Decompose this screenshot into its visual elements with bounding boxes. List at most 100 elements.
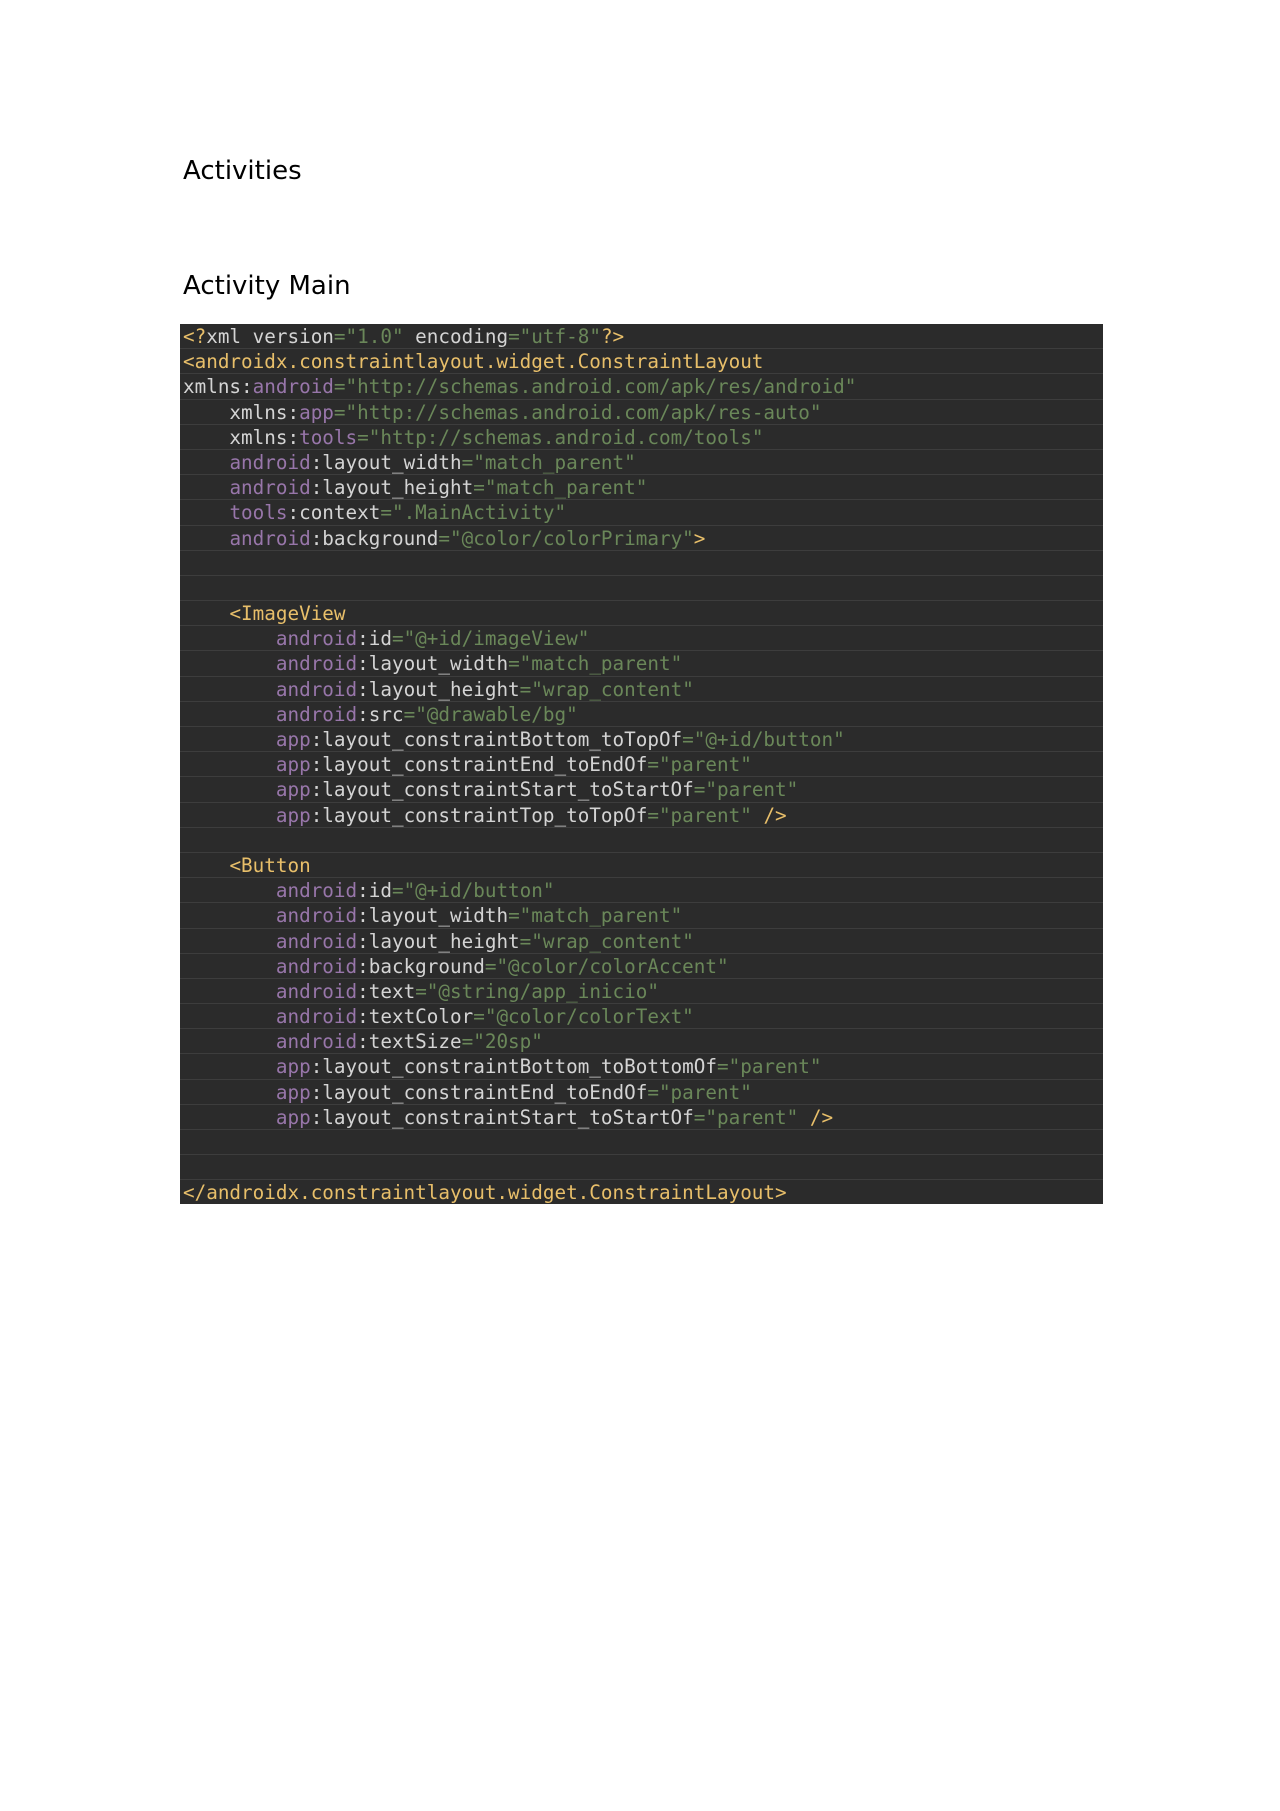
code-token-text: :layout_constraintBottom_toBottomOf [310,1055,717,1079]
code-line: app:layout_constraintEnd_toEndOf="parent… [180,752,1103,778]
code-token-ns: android [275,929,358,953]
code-token-text: :context [287,501,381,525]
code-token-ns: android [229,450,311,474]
code-line: android:layout_width="match_parent" [180,450,1103,476]
code-token-ns: app [275,1105,311,1129]
code-line: xmlns:app="http://schemas.android.com/ap… [180,400,1103,425]
code-line: android:background="@color/colorPrimary"… [180,526,1103,551]
code-token-eq: = [391,627,404,651]
code-block: <?xml version="1.0" encoding="utf-8"?> <a… [180,324,1103,1204]
code-token-tag: </androidx.constraintlayout.widget.Const… [183,1181,787,1204]
code-token-tag: ?> [600,325,625,348]
code-token-str: "@+id/button" [693,728,845,751]
section-heading: Activity Main [183,271,351,301]
code-token-eq: = [391,879,404,903]
code-token-eq: = [693,778,706,802]
code-token-text: :text [357,979,416,1003]
code-line: xmlns:tools="http://schemas.android.com/… [180,425,1103,450]
code-token-str: "parent" [705,778,799,802]
code-line: android:textColor="@color/colorText" [180,1004,1103,1030]
code-token-text: :background [357,954,485,978]
code-line [180,1130,1103,1156]
code-token-eq: = [519,929,532,953]
code-token-ns: android [275,652,358,676]
code-token-str: "parent" [658,1080,752,1104]
code-line: android:src="@drawable/bg" [180,702,1103,727]
code-line [180,576,1103,602]
code-token-eq: = [508,325,520,348]
code-token-str: "wrap_content" [531,929,694,953]
code-token-str: "1.0" [345,325,404,348]
code-line: app:layout_constraintStart_toStartOf="pa… [180,777,1103,803]
code-line: <ImageView [180,601,1103,627]
code-token-ns: app [299,400,334,424]
code-token-text: :textSize [357,1030,462,1054]
code-token-str: "match_parent" [519,652,683,676]
code-token-eq: = [403,702,416,726]
code-line: app:layout_constraintEnd_toEndOf="parent… [180,1080,1103,1105]
code-line: app:layout_constraintStart_toStartOf="pa… [180,1105,1103,1130]
code-line: app:layout_constraintBottom_toTopOf="@+i… [180,727,1103,753]
code-token-eq: = [647,803,659,827]
code-token-text: :layout_constraintEnd_toEndOf [310,1080,648,1104]
code-line [180,1155,1103,1181]
code-token-eq: = [473,476,485,500]
code-token-str: "@+id/button" [403,879,555,903]
code-token-str: "@+id/imageView" [403,627,590,651]
code-token-tag: > [693,526,706,550]
code-token-tag: <ImageView [229,602,346,626]
code-token-text: :layout_width [357,652,509,676]
code-token-ns: android [275,954,358,978]
code-token-eq: = [333,375,346,399]
code-line: app:layout_constraintTop_toTopOf="parent… [180,803,1103,828]
code-line: tools:context=".MainActivity" [180,500,1103,526]
code-token-eq: = [415,979,427,1003]
code-token-text: encoding [403,325,509,348]
code-token-ns: tools [229,501,288,525]
code-line: <Button [180,853,1103,879]
code-token-ns: app [275,753,311,777]
code-token-ns: tools [299,425,358,449]
code-token-eq: = [333,325,346,348]
code-token-text: :layout_constraintStart_toStartOf [310,1105,694,1129]
code-token-eq: = [461,450,474,474]
code-token-text: :layout_width [357,904,509,928]
code-token-tag: /> [809,1105,834,1129]
code-token-tag: <? [183,325,207,348]
code-line: android:layout_height="match_parent" [180,475,1103,501]
code-token-eq: = [333,400,346,424]
code-token-eq: = [508,904,520,928]
code-token-str: "http://schemas.android.com/apk/res-auto… [345,400,822,424]
code-token-tag: <Button [229,853,311,877]
code-token-ns: android [252,375,334,399]
code-token-text: :layout_constraintBottom_toTopOf [310,728,683,751]
code-token-ns: app [275,803,311,827]
code-token-ns: android [229,526,311,550]
code-line: android:id="@+id/button" [180,878,1103,904]
code-token-str: "parent" [705,1105,799,1129]
code-line: app:layout_constraintBottom_toBottomOf="… [180,1054,1103,1080]
code-line: android:layout_width="match_parent" [180,651,1103,677]
code-line: <androidx.constraintlayout.widget.Constr… [180,349,1103,375]
code-token-eq: = [380,501,392,525]
code-token-text: :layout_height [357,677,520,701]
code-line: xmlns:android="http://schemas.android.co… [180,374,1103,400]
code-token-ns: android [275,702,358,726]
code-token-str: "http://schemas.android.com/apk/res/andr… [345,375,857,399]
code-token-str: "@string/app_inicio" [426,979,659,1003]
code-line [180,551,1103,576]
code-line: android:id="@+id/imageView" [180,626,1103,652]
code-token-eq: = [438,526,451,550]
